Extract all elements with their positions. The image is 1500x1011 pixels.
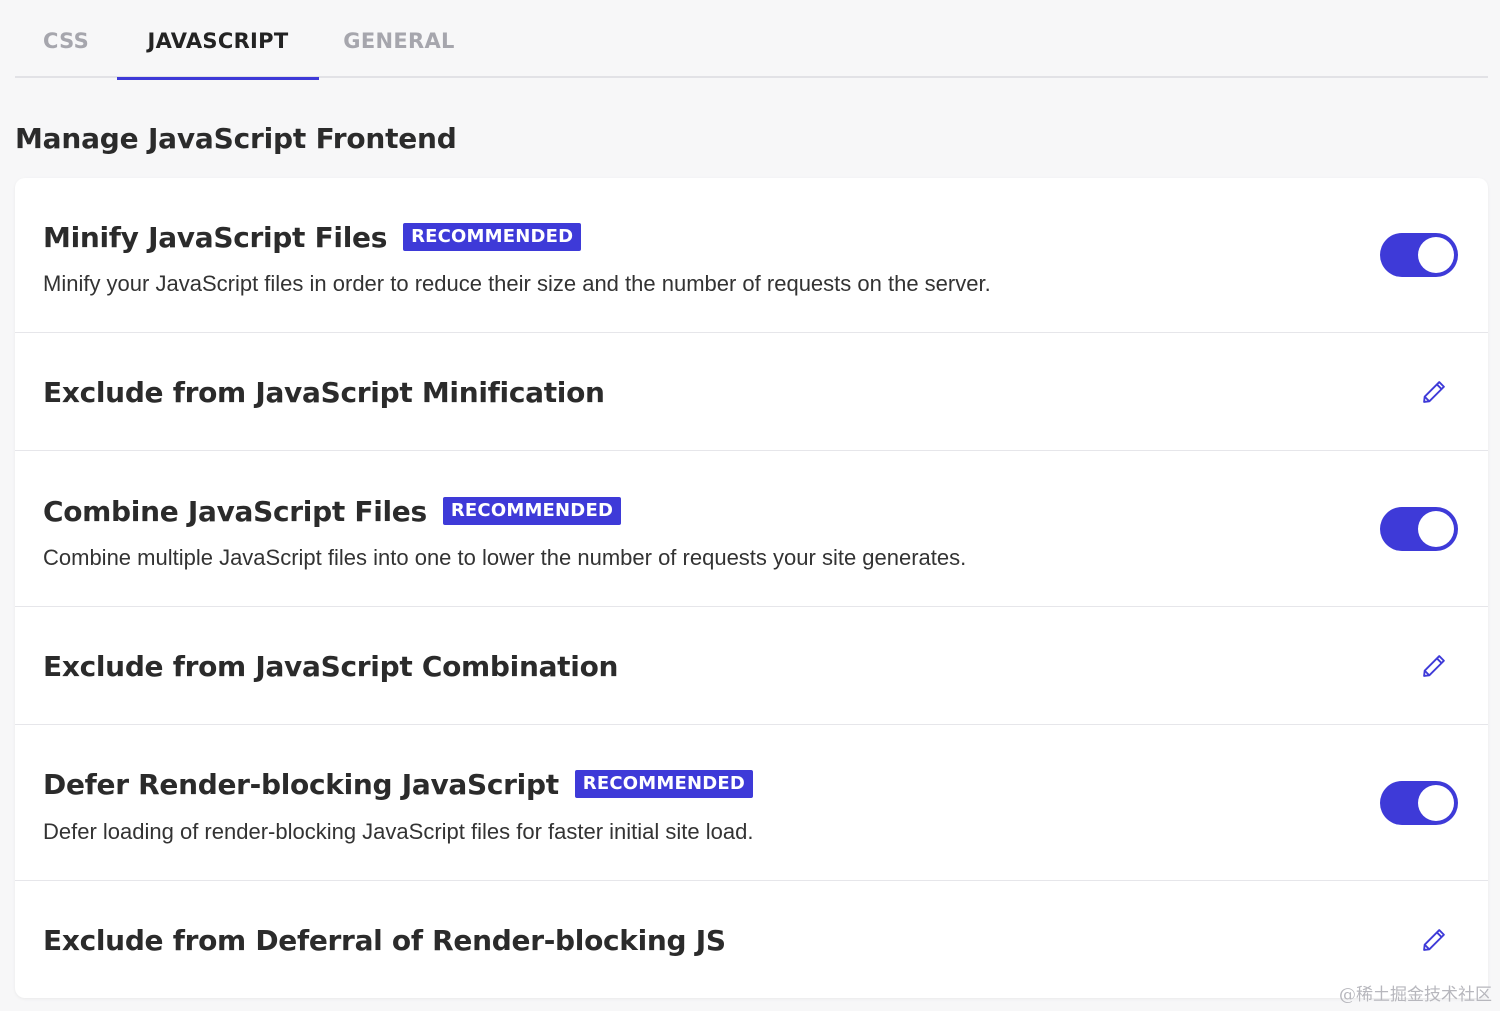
tab-general[interactable]: GENERAL <box>319 0 479 78</box>
setting-title: Minify JavaScript Files <box>43 220 388 254</box>
recommended-badge: RECOMMENDED <box>403 223 582 251</box>
pencil-icon[interactable] <box>1420 378 1448 406</box>
watermark: @稀土掘金技术社区 <box>1339 985 1492 1005</box>
defer-js-toggle[interactable] <box>1380 781 1458 825</box>
setting-description: Minify your JavaScript files in order to… <box>43 271 991 296</box>
setting-row-exclude-deferral: Exclude from Deferral of Render-blocking… <box>15 881 1488 998</box>
tab-css[interactable]: CSS <box>15 0 117 78</box>
settings-card: Minify JavaScript Files RECOMMENDED Mini… <box>15 178 1488 998</box>
setting-title-row: Minify JavaScript Files RECOMMENDED <box>43 218 582 256</box>
setting-title: Exclude from JavaScript Combination <box>43 649 619 683</box>
setting-title-row: Defer Render-blocking JavaScript RECOMME… <box>43 765 754 803</box>
setting-title: Combine JavaScript Files <box>43 494 427 528</box>
tab-javascript[interactable]: JAVASCRIPT <box>117 0 319 80</box>
setting-description: Defer loading of render-blocking JavaScr… <box>43 819 754 844</box>
setting-row-exclude-minification: Exclude from JavaScript Minification <box>15 333 1488 451</box>
setting-row-minify-js: Minify JavaScript Files RECOMMENDED Mini… <box>15 178 1488 333</box>
setting-row-exclude-combination: Exclude from JavaScript Combination <box>15 607 1488 725</box>
setting-description: Combine multiple JavaScript files into o… <box>43 545 967 570</box>
setting-title-row: Combine JavaScript Files RECOMMENDED <box>43 492 622 530</box>
tab-bar: CSS JAVASCRIPT GENERAL <box>15 0 1488 80</box>
minify-js-toggle[interactable] <box>1380 233 1458 277</box>
toggle-knob <box>1418 785 1454 821</box>
recommended-badge: RECOMMENDED <box>574 770 754 798</box>
toggle-knob <box>1418 511 1454 547</box>
setting-title: Exclude from JavaScript Minification <box>43 375 605 409</box>
setting-row-defer-js: Defer Render-blocking JavaScript RECOMME… <box>15 725 1488 881</box>
recommended-badge: RECOMMENDED <box>442 497 622 525</box>
page-title: Manage JavaScript Frontend <box>15 122 457 155</box>
setting-title: Exclude from Deferral of Render-blocking… <box>43 923 726 957</box>
pencil-icon[interactable] <box>1420 652 1448 680</box>
setting-row-combine-js: Combine JavaScript Files RECOMMENDED Com… <box>15 451 1488 607</box>
pencil-icon[interactable] <box>1420 926 1448 954</box>
combine-js-toggle[interactable] <box>1380 507 1458 551</box>
toggle-knob <box>1418 237 1454 273</box>
setting-title: Defer Render-blocking JavaScript <box>43 767 559 801</box>
